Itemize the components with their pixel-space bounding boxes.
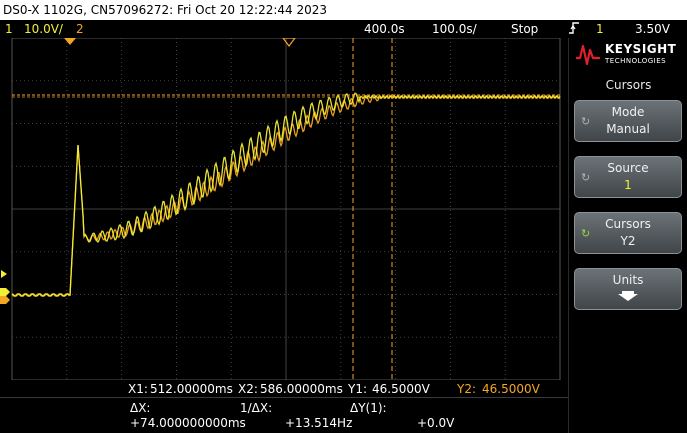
brand-name: KEYSIGHT <box>605 42 677 56</box>
timebase-position[interactable]: 400.0s <box>364 20 405 38</box>
source-label: Source <box>607 161 649 175</box>
status-bar: 1 10.0V/ 2 400.0s 100.0s/ Stop 1 3.50V <box>0 20 687 38</box>
inverse-delta-x-label: 1/ΔX: <box>240 401 273 415</box>
y1-label: Y1: <box>348 382 368 396</box>
delta-y-label: ΔY(1): <box>350 401 387 415</box>
time-reference-marker <box>281 37 297 47</box>
y1-value: 46.5000V <box>372 382 430 396</box>
mode-label: Mode <box>611 105 645 119</box>
trigger-position-marker <box>64 38 76 45</box>
units-softkey[interactable]: Units <box>574 268 682 310</box>
y2-label: Y2: <box>457 382 477 396</box>
trigger-level-marker <box>1 270 7 278</box>
delta-x-label: ΔX: <box>130 401 151 415</box>
arrow-down-icon <box>575 290 681 305</box>
waveform-display[interactable] <box>0 37 568 381</box>
x1-label: X1: <box>128 382 148 396</box>
units-label: Units <box>612 273 644 287</box>
run-state[interactable]: Stop <box>511 20 538 38</box>
keysight-logo: KEYSIGHT TECHNOLOGIES <box>575 40 685 70</box>
trigger-level[interactable]: 3.50V <box>635 20 670 38</box>
delta-x-value: +74.000000000ms <box>130 416 246 430</box>
cursor-readout: X1: 512.00000ms X2: 586.00000ms Y1: 46.5… <box>0 380 568 433</box>
ch1-ground-marker <box>0 288 10 296</box>
x1-value: 512.00000ms <box>150 382 233 396</box>
cursors-softkey[interactable]: ↻ Cursors Y2 <box>574 212 682 254</box>
x2-label: X2: <box>238 382 258 396</box>
waveform-plot <box>0 37 561 381</box>
inverse-delta-x-value: +13.514Hz <box>285 416 353 430</box>
ch1-number[interactable]: 1 <box>5 20 13 38</box>
panel-title: Cursors <box>605 78 652 92</box>
brand-sub: TECHNOLOGIES <box>605 57 667 65</box>
mode-softkey[interactable]: ↻ Mode Manual <box>574 100 682 142</box>
softkey-panel: KEYSIGHT TECHNOLOGIES Cursors ↻ Mode Man… <box>568 38 687 433</box>
cursors-value: Y2 <box>620 234 636 248</box>
delta-y-value: +0.0V <box>417 416 455 430</box>
timebase-scale[interactable]: 100.0s/ <box>432 20 477 38</box>
graticule <box>11 37 561 381</box>
ch1-scale[interactable]: 10.0V/ <box>24 20 63 38</box>
cursors-label: Cursors <box>605 217 651 231</box>
keysight-wave-icon <box>576 44 600 66</box>
y2-value: 46.5000V <box>482 382 540 396</box>
x2-value: 586.00000ms <box>260 382 343 396</box>
ch2-number[interactable]: 2 <box>76 20 84 38</box>
readout-divider <box>0 397 568 398</box>
ch2-ground-marker <box>0 296 10 304</box>
title-bar: DS0-X 1102G, CN57096272: Fri Oct 20 12:2… <box>0 0 687 20</box>
source-value: 1 <box>624 178 632 192</box>
trigger-source[interactable]: 1 <box>596 20 604 38</box>
source-softkey[interactable]: ↻ Source 1 <box>574 156 682 198</box>
mode-value: Manual <box>606 122 650 136</box>
